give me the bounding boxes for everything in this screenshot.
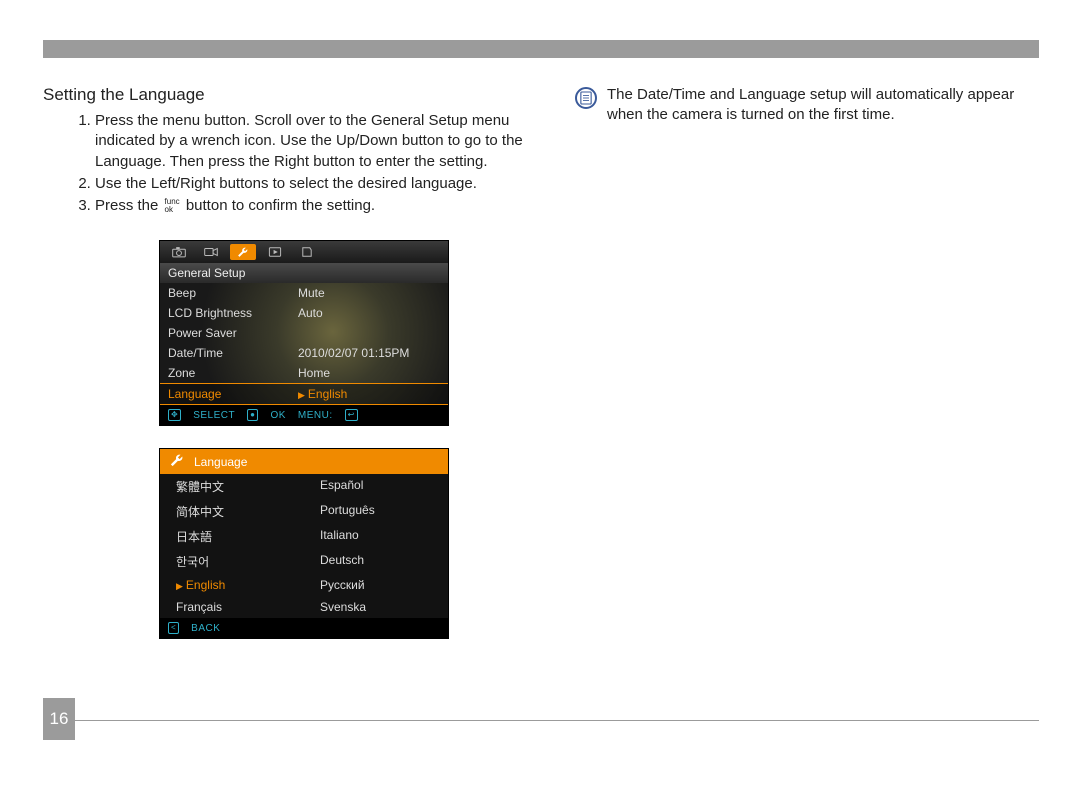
language-option: 繁體中文 bbox=[160, 474, 304, 499]
camera-menu-row: Date/Time2010/02/07 01:15PM bbox=[160, 343, 448, 363]
step-2: Use the Left/Right buttons to select the… bbox=[95, 174, 555, 194]
step-3-post: button to confirm the setting. bbox=[186, 197, 375, 214]
language-option: Svenska bbox=[304, 596, 448, 618]
ok-label: ok bbox=[165, 206, 180, 214]
camera-screenshot-language: Language 繁體中文Español简体中文Português日本語Ital… bbox=[159, 448, 449, 639]
footer-ok-label: OK bbox=[270, 410, 285, 421]
note-text: The Date/Time and Language setup will au… bbox=[607, 85, 1039, 126]
row-value bbox=[298, 326, 440, 340]
camera-menu-row: LanguageEnglish bbox=[160, 383, 448, 405]
page-number: 16 bbox=[43, 698, 75, 740]
camera-menu-row: BeepMute bbox=[160, 283, 448, 303]
camera-tab-play-icon bbox=[262, 244, 288, 260]
camera-tab-card-icon bbox=[294, 244, 320, 260]
instruction-list: Press the menu button. Scroll over to th… bbox=[43, 111, 555, 216]
language-option: Português bbox=[304, 499, 448, 524]
row-value: Mute bbox=[298, 286, 440, 300]
footer-menu-label: MENU: bbox=[298, 410, 333, 421]
camera-tab-wrench-icon bbox=[230, 244, 256, 260]
camera-menu-header: General Setup bbox=[160, 263, 448, 283]
page-content: Setting the Language Press the menu butt… bbox=[43, 85, 1039, 639]
language-option: 日本語 bbox=[160, 524, 304, 549]
row-value: Auto bbox=[298, 306, 440, 320]
language-option: Русский bbox=[304, 574, 448, 596]
wrench-icon bbox=[168, 453, 186, 470]
language-option: Deutsch bbox=[304, 549, 448, 574]
footer-back-label: BACK bbox=[191, 623, 220, 634]
language-option: Français bbox=[160, 596, 304, 618]
page-margin-bar bbox=[43, 40, 1039, 58]
row-label: LCD Brightness bbox=[168, 306, 298, 320]
row-label: Beep bbox=[168, 286, 298, 300]
camera-footer-bar: ✥ SELECT ● OK MENU: ↩ bbox=[160, 405, 448, 425]
bottom-rule bbox=[75, 720, 1039, 721]
note-icon bbox=[575, 87, 597, 109]
language-option: 简体中文 bbox=[160, 499, 304, 524]
row-value: English bbox=[298, 387, 440, 401]
language-option: Italiano bbox=[304, 524, 448, 549]
row-value: Home bbox=[298, 366, 440, 380]
left-column: Setting the Language Press the menu butt… bbox=[43, 85, 565, 639]
row-label: Language bbox=[168, 387, 298, 401]
language-menu-header: Language bbox=[160, 449, 448, 474]
section-title: Setting the Language bbox=[43, 85, 555, 105]
back-icon: ↩ bbox=[345, 409, 358, 421]
row-value: 2010/02/07 01:15PM bbox=[298, 346, 440, 360]
back-arrow-icon: < bbox=[168, 622, 179, 634]
dpad-icon: ✥ bbox=[168, 409, 181, 421]
step-3: Press the func ok button to confirm the … bbox=[95, 196, 555, 216]
right-column: The Date/Time and Language setup will au… bbox=[565, 85, 1039, 639]
camera-tab-bar bbox=[160, 241, 448, 263]
camera-menu-row: LCD BrightnessAuto bbox=[160, 303, 448, 323]
camera-menu-rows: BeepMuteLCD BrightnessAutoPower SaverDat… bbox=[160, 283, 448, 405]
language-option: 한국어 bbox=[160, 549, 304, 574]
row-label: Date/Time bbox=[168, 346, 298, 360]
camera-screenshot-general-setup: General Setup BeepMuteLCD BrightnessAuto… bbox=[159, 240, 449, 426]
camera-menu-row: ZoneHome bbox=[160, 363, 448, 383]
camera-menu-row: Power Saver bbox=[160, 323, 448, 343]
language-option: Español bbox=[304, 474, 448, 499]
ok-icon: ● bbox=[247, 409, 258, 421]
step-3-pre: Press the bbox=[95, 197, 163, 214]
language-grid: 繁體中文Español简体中文Português日本語Italiano한국어De… bbox=[160, 474, 448, 618]
camera-tab-video-icon bbox=[198, 244, 224, 260]
step-1: Press the menu button. Scroll over to th… bbox=[95, 111, 555, 172]
language-header-label: Language bbox=[194, 455, 247, 469]
footer-select-label: SELECT bbox=[193, 410, 235, 421]
camera-tab-photo-icon bbox=[166, 244, 192, 260]
language-option: English bbox=[160, 574, 304, 596]
func-ok-icon: func ok bbox=[163, 198, 182, 214]
row-label: Zone bbox=[168, 366, 298, 380]
row-label: Power Saver bbox=[168, 326, 298, 340]
language-footer-bar: < BACK bbox=[160, 618, 448, 638]
